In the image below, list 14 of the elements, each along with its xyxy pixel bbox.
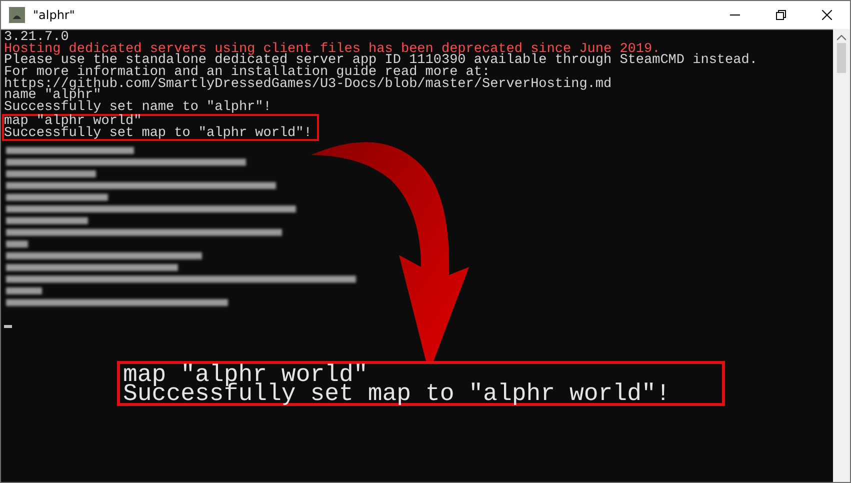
console-line: https://github.com/SmartlyDressedGames/U3-Docs/blob/master/ServerHosting.md — [4, 78, 613, 90]
app-icon — [9, 7, 25, 23]
console-line: Successfully set map to "alphr world"! — [4, 128, 313, 140]
console-line: name "alphr" — [4, 90, 102, 102]
close-icon — [822, 10, 832, 20]
scroll-up-icon — [837, 35, 846, 41]
console-line: Successfully set map to "alphr world"! — [123, 385, 672, 404]
scrollbar[interactable] — [833, 29, 850, 482]
cursor-icon — [4, 325, 12, 328]
console-line: map "alphr world" — [4, 116, 142, 128]
console-line: Successfully set name to "alphr"! — [4, 102, 272, 114]
window-title: "alphr" — [33, 8, 76, 22]
scroll-thumb[interactable] — [837, 43, 846, 73]
restore-icon — [776, 10, 786, 20]
